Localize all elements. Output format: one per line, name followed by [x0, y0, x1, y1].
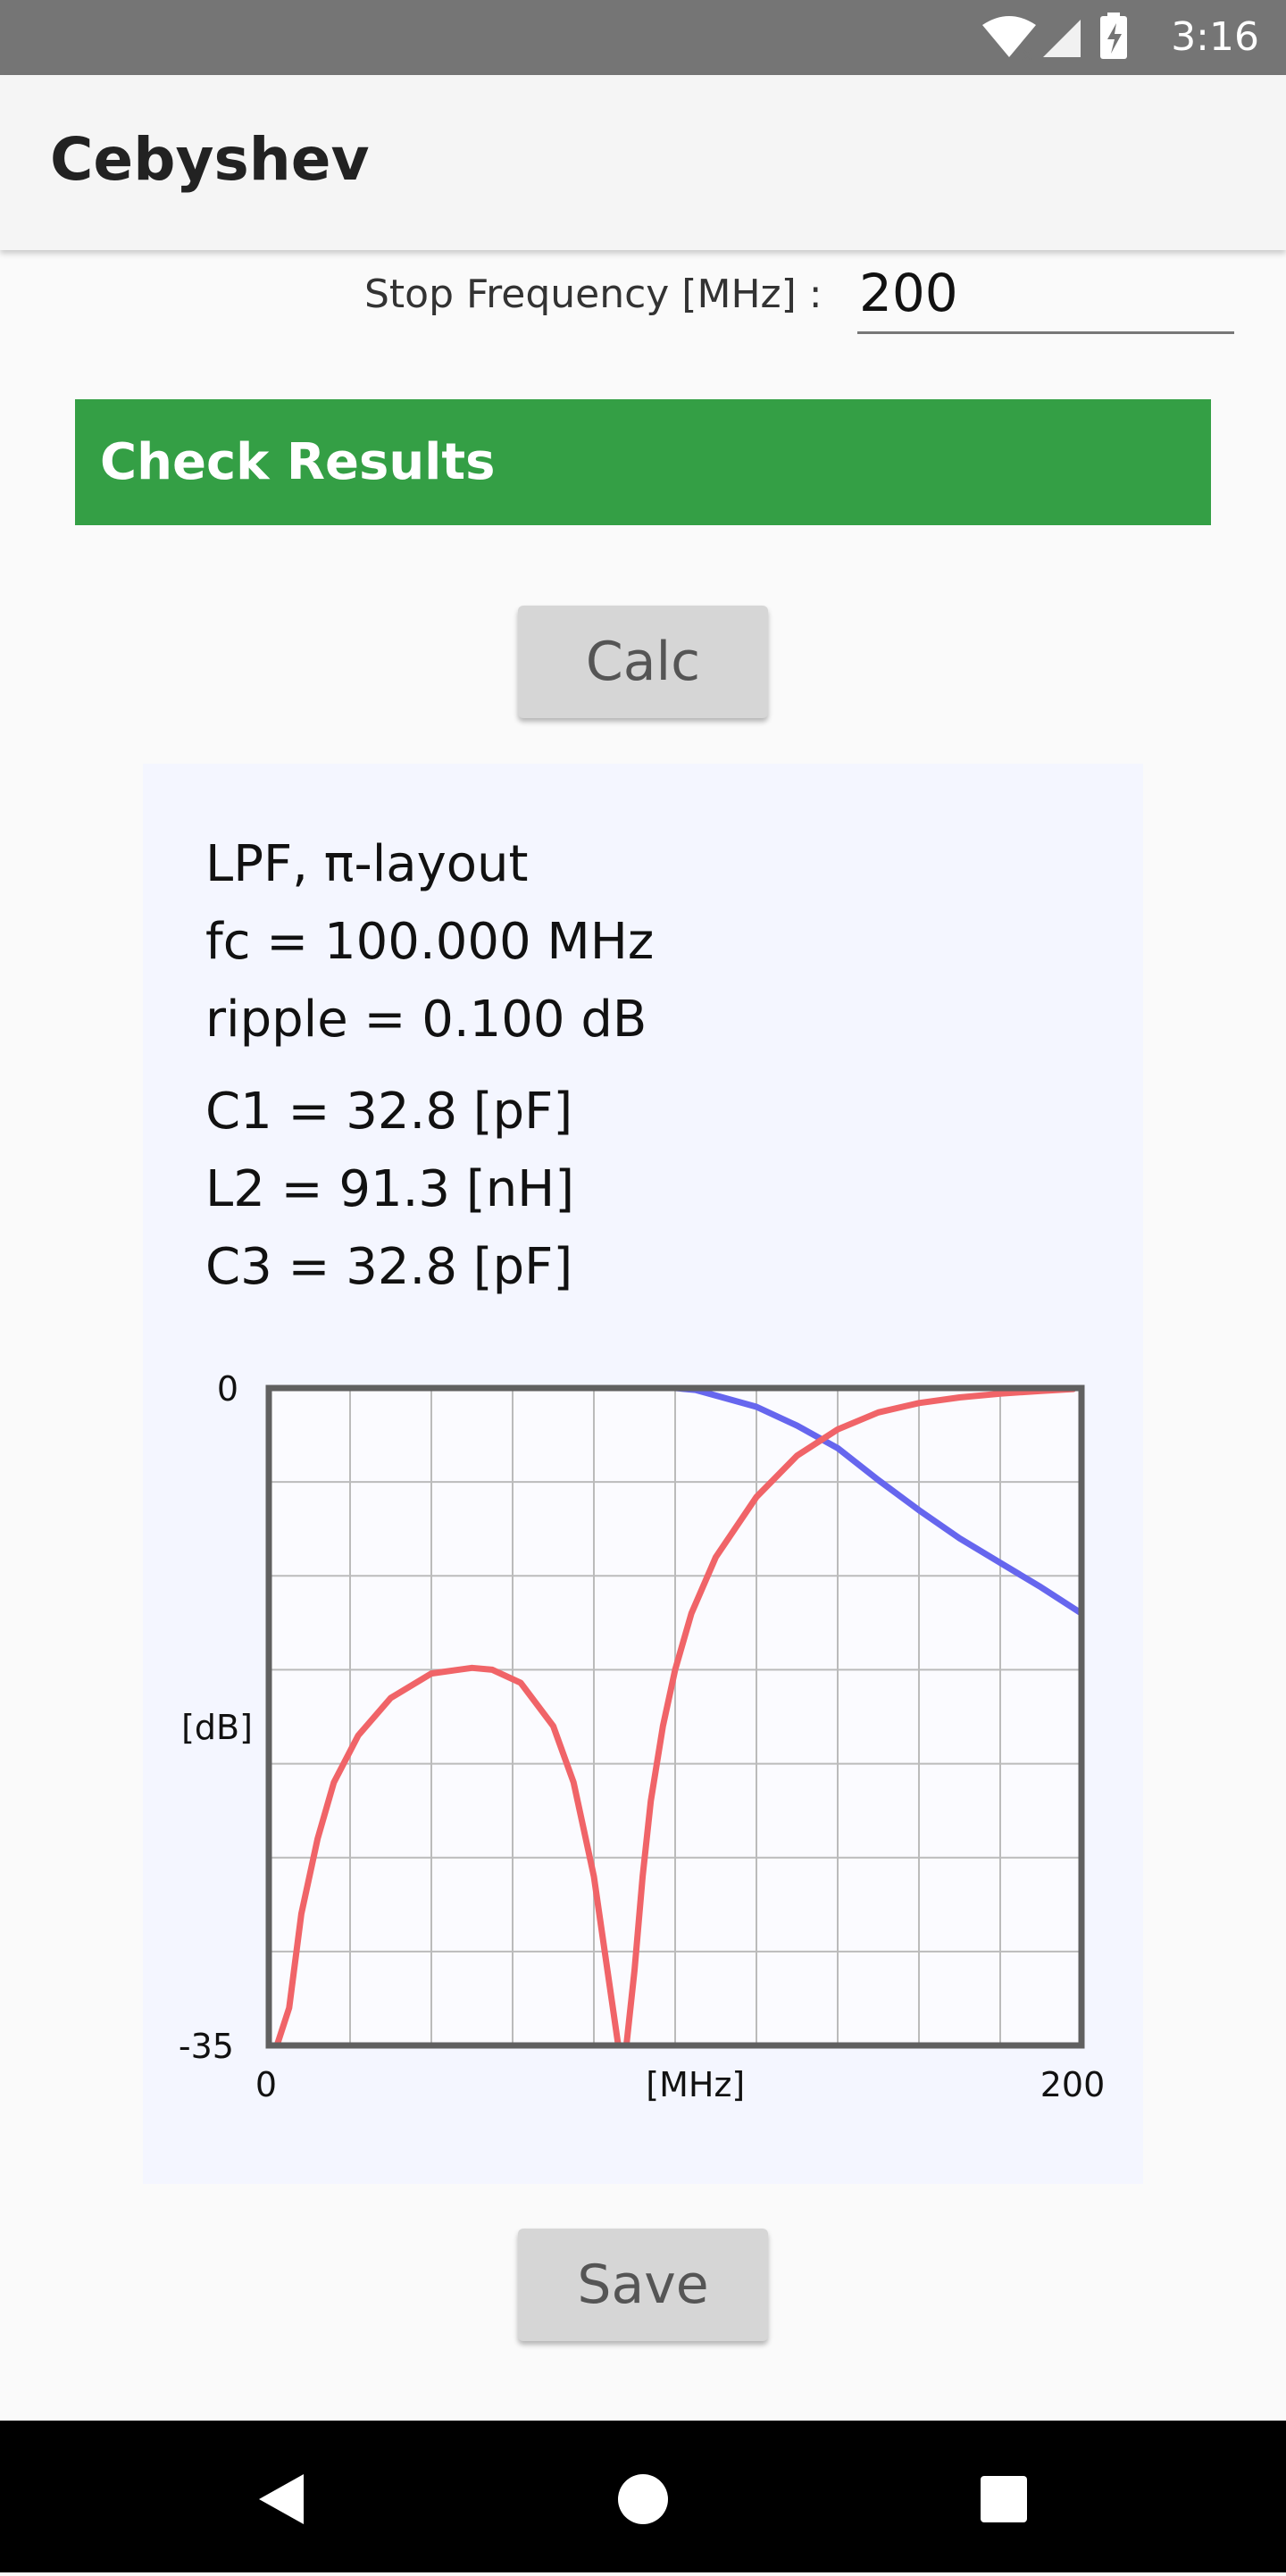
status-icons: x [982, 13, 1134, 66]
frequency-response-chart: 0 -35 [dB] 0 200 [MHz] [179, 1369, 1106, 2104]
y-tick-label-top: 0 [217, 1369, 238, 1409]
status-bar: x 3:16 [0, 0, 1286, 75]
y-tick-label-bottom: -35 [179, 2027, 234, 2066]
home-icon[interactable] [618, 2474, 668, 2524]
nav-buttons [259, 2474, 1027, 2524]
results-panel: LPF, π-layout fc = 100.000 MHz ripple = … [143, 764, 1143, 2184]
x-tick-label-right: 200 [1040, 2065, 1106, 2104]
navigation-bar [0, 2421, 1286, 2572]
y-axis-label: [dB] [181, 1708, 253, 1747]
stop-frequency-label: Stop Frequency [MHz] : [364, 272, 823, 317]
recents-icon[interactable] [981, 2476, 1027, 2522]
x-axis-label: [MHz] [646, 2065, 745, 2104]
signal-battery-icons: x [982, 13, 1127, 66]
status-time: 3:16 [1171, 14, 1259, 60]
x-tick-label-left: 0 [255, 2065, 277, 2104]
svg-text:x: x [1022, 44, 1033, 63]
app-title: Cebyshev [50, 125, 370, 194]
back-icon[interactable] [259, 2474, 304, 2524]
save-button[interactable]: Save [518, 2229, 768, 2341]
check-results-header[interactable]: Check Results [75, 399, 1211, 525]
stop-frequency-input[interactable] [857, 254, 1234, 334]
app-bar: Cebyshev [0, 75, 1286, 250]
calc-button[interactable]: Calc [518, 606, 768, 718]
